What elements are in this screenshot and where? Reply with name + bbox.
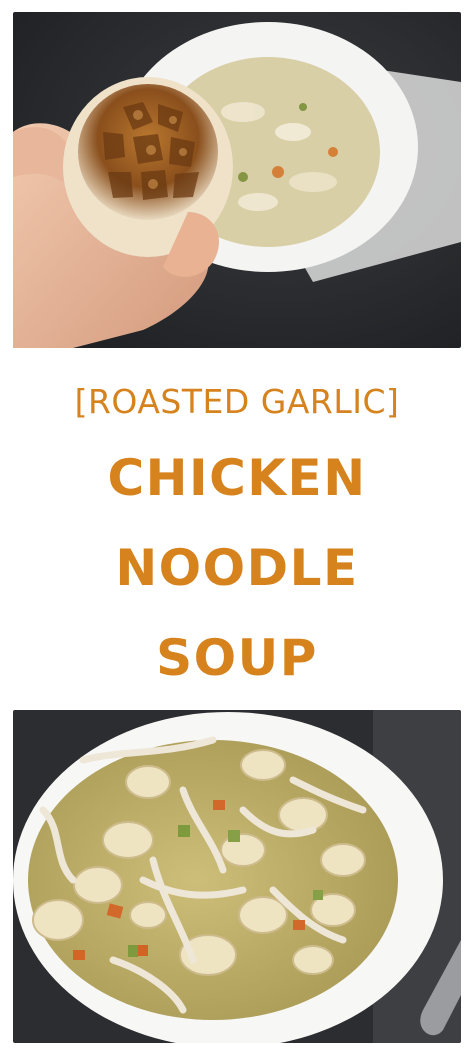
pin-title-line-2: NOODLE <box>115 539 359 597</box>
pin-title-line-3: SOUP <box>156 629 318 687</box>
roasted-garlic-photo <box>13 12 461 348</box>
roasted-garlic-illustration <box>13 12 461 348</box>
soup-bowl-illustration <box>13 710 461 1043</box>
pin-title-block: [ROASTED GARLIC] CHICKEN NOODLE SOUP <box>0 360 474 700</box>
pin-title-line-1: CHICKEN <box>107 449 367 507</box>
chicken-noodle-soup-photo <box>13 710 461 1043</box>
pin-subtitle: [ROASTED GARLIC] <box>74 382 400 421</box>
